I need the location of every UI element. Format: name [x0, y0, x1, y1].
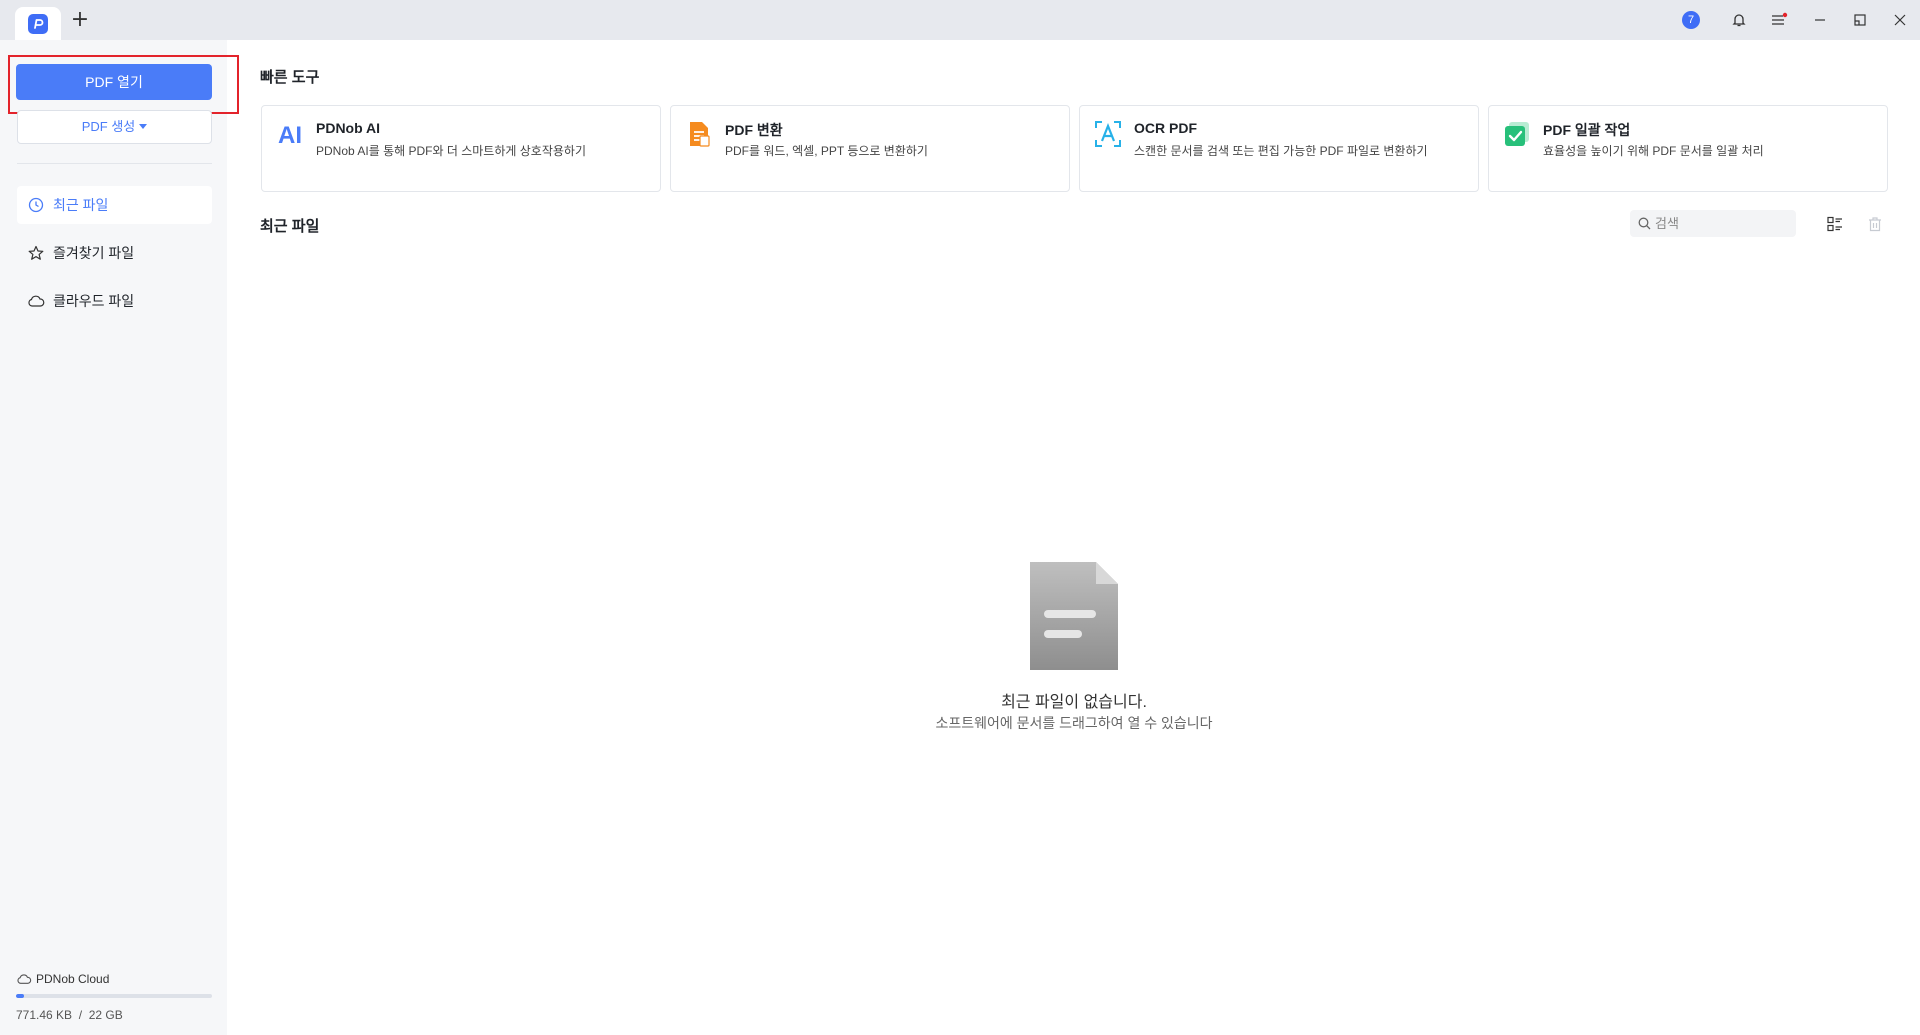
sidebar-divider [17, 163, 212, 164]
user-badge[interactable]: 7 [1679, 8, 1703, 32]
tool-card-pdf-batch[interactable]: PDF 일괄 작업 효율성을 높이기 위해 PDF 문서를 일괄 처리 [1488, 105, 1888, 192]
ai-icon: AI [276, 120, 304, 149]
sidebar-item-favorites[interactable]: 즐겨찾기 파일 [17, 234, 212, 272]
close-icon[interactable] [1888, 8, 1912, 32]
sidebar-item-label: 클라우드 파일 [53, 293, 135, 309]
recent-files-title: 최근 파일 [260, 218, 320, 235]
tool-name: PDF 변환 [725, 122, 783, 138]
new-tab-plus-icon[interactable]: + [68, 8, 92, 32]
tool-card-pdf-convert[interactable]: PDF 변환 PDF를 워드, 엑셀, PPT 등으로 변환하기 [670, 105, 1070, 192]
cloud-icon [27, 292, 45, 310]
search-icon [1638, 217, 1651, 230]
empty-document-icon [1030, 562, 1118, 670]
open-pdf-button[interactable]: PDF 열기 [16, 64, 212, 100]
convert-icon [685, 120, 713, 148]
star-icon [27, 244, 45, 262]
list-view-icon[interactable] [1823, 212, 1847, 236]
tool-desc: PDNob AI를 통해 PDF와 더 스마트하게 상호작용하기 [316, 144, 587, 158]
cloud-usage-bar [16, 994, 212, 998]
create-pdf-button[interactable]: PDF 생성 [17, 110, 212, 144]
empty-state-title: 최근 파일이 없습니다. [1001, 694, 1147, 711]
cloud-usage-fill [16, 994, 24, 998]
sidebar-item-cloud[interactable]: 클라우드 파일 [17, 282, 212, 320]
caret-down-icon [139, 124, 148, 129]
search-input[interactable] [1655, 216, 1795, 231]
cloud-icon [17, 974, 32, 984]
cloud-storage[interactable]: PDNob Cloud 771.46 KB / 22 GB [16, 972, 212, 1022]
clock-icon [27, 196, 45, 214]
tool-card-ocr-pdf[interactable]: OCR PDF 스캔한 문서를 검색 또는 편집 가능한 PDF 파일로 변환하… [1079, 105, 1479, 192]
svg-text:AI: AI [278, 122, 302, 148]
minimize-icon[interactable] [1808, 8, 1832, 32]
cloud-title-text: PDNob Cloud [36, 972, 110, 986]
tool-name: OCR PDF [1134, 120, 1197, 136]
menu-icon[interactable] [1767, 8, 1791, 32]
tool-desc: PDF를 워드, 엑셀, PPT 등으로 변환하기 [725, 144, 928, 158]
cloud-storage-title: PDNob Cloud [16, 972, 212, 986]
tool-card-pdnob-ai[interactable]: AI PDNob AI PDNob AI를 통해 PDF와 더 스마트하게 상호… [261, 105, 661, 192]
sidebar: PDF 열기 PDF 생성 최근 파일 즐겨찾기 파일 클라우드 파일 PDNo… [0, 40, 239, 1035]
empty-state-subtitle: 소프트웨어에 문서를 드래그하여 열 수 있습니다 [935, 715, 1213, 731]
sidebar-item-label: 즐겨찾기 파일 [53, 245, 135, 261]
tool-name: PDF 일괄 작업 [1543, 122, 1631, 138]
home-tab[interactable] [15, 7, 61, 40]
notification-bell-icon[interactable] [1727, 8, 1751, 32]
search-box[interactable] [1630, 210, 1796, 237]
create-pdf-label: PDF 생성 [81, 119, 136, 134]
app-logo-icon [28, 13, 48, 34]
title-bar: + 7 [0, 0, 1920, 40]
batch-icon [1503, 120, 1531, 148]
tool-name: PDNob AI [316, 120, 381, 136]
cloud-usage-text: 771.46 KB / 22 GB [16, 1008, 123, 1022]
tool-desc: 효율성을 높이기 위해 PDF 문서를 일괄 처리 [1543, 144, 1764, 158]
tool-desc: 스캔한 문서를 검색 또는 편집 가능한 PDF 파일로 변환하기 [1134, 144, 1428, 158]
sidebar-item-label: 최근 파일 [53, 197, 109, 213]
trash-icon[interactable] [1863, 212, 1887, 236]
quick-tools-title: 빠른 도구 [260, 69, 320, 86]
sidebar-item-recent[interactable]: 최근 파일 [17, 186, 212, 224]
ocr-icon [1094, 120, 1122, 148]
restore-icon[interactable] [1848, 8, 1872, 32]
badge-count: 7 [1682, 11, 1700, 29]
